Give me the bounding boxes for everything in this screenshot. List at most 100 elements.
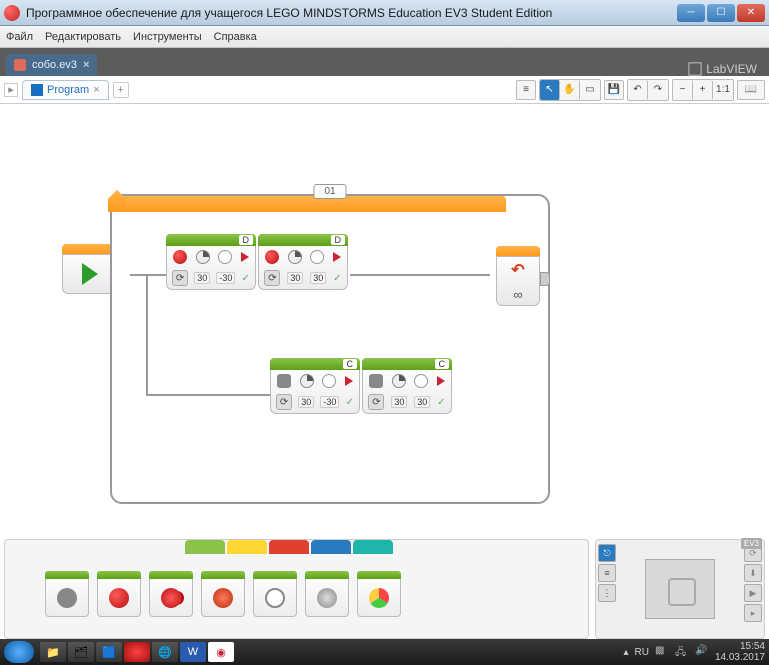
- port-label[interactable]: D: [239, 235, 254, 245]
- run-button[interactable]: ▶: [744, 584, 762, 602]
- minimize-button[interactable]: ─: [677, 4, 705, 22]
- loop-infinity-icon[interactable]: ∞: [513, 287, 522, 302]
- project-tab-bar: собо.ev3 × LabVIEW: [0, 48, 769, 76]
- motor-block-c2[interactable]: C ⟳ 30 30 ✓: [362, 358, 452, 428]
- medium-motor-icon: [369, 374, 383, 388]
- zoom-out-button[interactable]: −: [673, 80, 693, 100]
- port-label[interactable]: D: [331, 235, 346, 245]
- close-program-icon[interactable]: ×: [93, 84, 99, 96]
- zoom-fit-button[interactable]: 1:1: [713, 80, 733, 100]
- taskbar-folder-icon[interactable]: 🗂: [68, 642, 94, 662]
- palette-tab-sensor[interactable]: [269, 540, 309, 554]
- palette-tab-data[interactable]: [311, 540, 351, 554]
- circle-icon: [218, 250, 232, 264]
- windows-taskbar: 📁 🗂 🟦 🌐 W ◉ ▴ RU ▩ 🖧 🔊 15:54 14.03.2017: [0, 639, 769, 665]
- bt-tab-icon[interactable]: ≡: [598, 564, 616, 582]
- loop-counter-label[interactable]: 01: [313, 184, 346, 199]
- project-tab[interactable]: собо.ev3 ×: [6, 54, 97, 76]
- wifi-tab-icon[interactable]: ⋮: [598, 584, 616, 602]
- close-tab-icon[interactable]: ×: [83, 59, 89, 71]
- mode-select[interactable]: ⟳: [368, 394, 384, 410]
- brake-check[interactable]: ✓: [437, 397, 445, 408]
- brake-check[interactable]: ✓: [346, 397, 354, 408]
- volume-icon[interactable]: 🔊: [695, 645, 709, 659]
- pointer-tool[interactable]: ↖: [540, 80, 560, 100]
- system-clock[interactable]: 15:54 14.03.2017: [715, 641, 765, 663]
- brake-check[interactable]: ✓: [333, 273, 341, 284]
- palette-tab-flow[interactable]: [227, 540, 267, 554]
- program-tab[interactable]: Program ×: [22, 80, 109, 100]
- close-button[interactable]: ✕: [737, 4, 765, 22]
- help-button[interactable]: 📖: [737, 80, 765, 100]
- palette-display[interactable]: [253, 571, 297, 621]
- download-button[interactable]: ⬇: [744, 564, 762, 582]
- comment-tool[interactable]: ▭: [580, 80, 600, 100]
- motor-block-c1[interactable]: C ⟳ 30 -30 ✓: [270, 358, 360, 428]
- power-value[interactable]: 30: [194, 272, 210, 284]
- menu-edit[interactable]: Редактировать: [45, 31, 121, 43]
- undo-button[interactable]: ↶: [628, 80, 648, 100]
- dial-icon: [288, 250, 302, 264]
- network-icon[interactable]: 🖧: [675, 645, 689, 659]
- play-direction-icon: [241, 252, 249, 262]
- app-icon: [4, 5, 20, 21]
- add-program-button[interactable]: +: [113, 82, 129, 98]
- wire: [146, 274, 148, 394]
- taskbar-opera-icon[interactable]: [124, 642, 150, 662]
- mode-select[interactable]: ⟳: [276, 394, 292, 410]
- power-value[interactable]: -30: [216, 272, 235, 284]
- window-titlebar: Программное обеспечение для учащегося LE…: [0, 0, 769, 26]
- power-value[interactable]: 30: [298, 396, 314, 408]
- motor-block-d2[interactable]: D ⟳ 30 30 ✓: [258, 234, 348, 304]
- palette-tab-action[interactable]: [185, 540, 225, 554]
- list-button[interactable]: ≡: [516, 80, 536, 100]
- zoom-in-button[interactable]: +: [693, 80, 713, 100]
- port-label[interactable]: C: [343, 359, 358, 369]
- palette-sound[interactable]: [305, 571, 349, 621]
- save-button[interactable]: 💾: [604, 80, 624, 100]
- palette-large-motor[interactable]: [97, 571, 141, 621]
- dial-icon: [392, 374, 406, 388]
- palette-move-steering[interactable]: [149, 571, 193, 621]
- taskbar-word-icon[interactable]: W: [180, 642, 206, 662]
- palette-tab-advanced[interactable]: [353, 540, 393, 554]
- power-value[interactable]: 30: [414, 396, 430, 408]
- palette-move-tank[interactable]: [201, 571, 245, 621]
- power-value[interactable]: 30: [287, 272, 303, 284]
- mode-select[interactable]: ⟳: [264, 270, 280, 286]
- port-label[interactable]: C: [435, 359, 450, 369]
- palette-brick-status[interactable]: [357, 571, 401, 621]
- taskbar-explorer-icon[interactable]: 📁: [40, 642, 66, 662]
- ev3-label: EV3: [741, 538, 762, 549]
- circle-icon: [310, 250, 324, 264]
- language-indicator[interactable]: RU: [634, 647, 648, 658]
- motor-block-d1[interactable]: D ⟳ 30 -30 ✓: [166, 234, 256, 304]
- power-value[interactable]: -30: [320, 396, 339, 408]
- menu-tools[interactable]: Инструменты: [133, 31, 202, 43]
- motor-icon: [265, 250, 279, 264]
- menu-file[interactable]: Файл: [6, 31, 33, 43]
- taskbar-chrome-icon[interactable]: 🌐: [152, 642, 178, 662]
- power-value[interactable]: 30: [310, 272, 326, 284]
- block-palette: [4, 539, 589, 639]
- brake-check[interactable]: ✓: [242, 273, 250, 284]
- expand-icon[interactable]: ▸: [4, 83, 18, 97]
- loop-end-block[interactable]: ↶ ∞: [496, 246, 540, 310]
- program-tab-label: Program: [47, 84, 89, 96]
- power-value[interactable]: 30: [391, 396, 407, 408]
- taskbar-app-icon[interactable]: 🟦: [96, 642, 122, 662]
- taskbar-ev3-icon[interactable]: ◉: [208, 642, 234, 662]
- flag-icon[interactable]: ▩: [655, 645, 669, 659]
- usb-tab-icon[interactable]: ⎋: [598, 544, 616, 562]
- mode-select[interactable]: ⟳: [172, 270, 188, 286]
- pan-tool[interactable]: ✋: [560, 80, 580, 100]
- palette-medium-motor[interactable]: [45, 571, 89, 621]
- run-selected-button[interactable]: ▸: [744, 604, 762, 622]
- start-button[interactable]: [4, 641, 34, 663]
- menu-help[interactable]: Справка: [214, 31, 257, 43]
- program-canvas[interactable]: 01 ↶ ∞ D ⟳ 30 -30: [0, 104, 769, 524]
- redo-button[interactable]: ↷: [648, 80, 668, 100]
- maximize-button[interactable]: ☐: [707, 4, 735, 22]
- tray-arrow-icon[interactable]: ▴: [623, 647, 628, 658]
- project-file-icon: [14, 59, 26, 71]
